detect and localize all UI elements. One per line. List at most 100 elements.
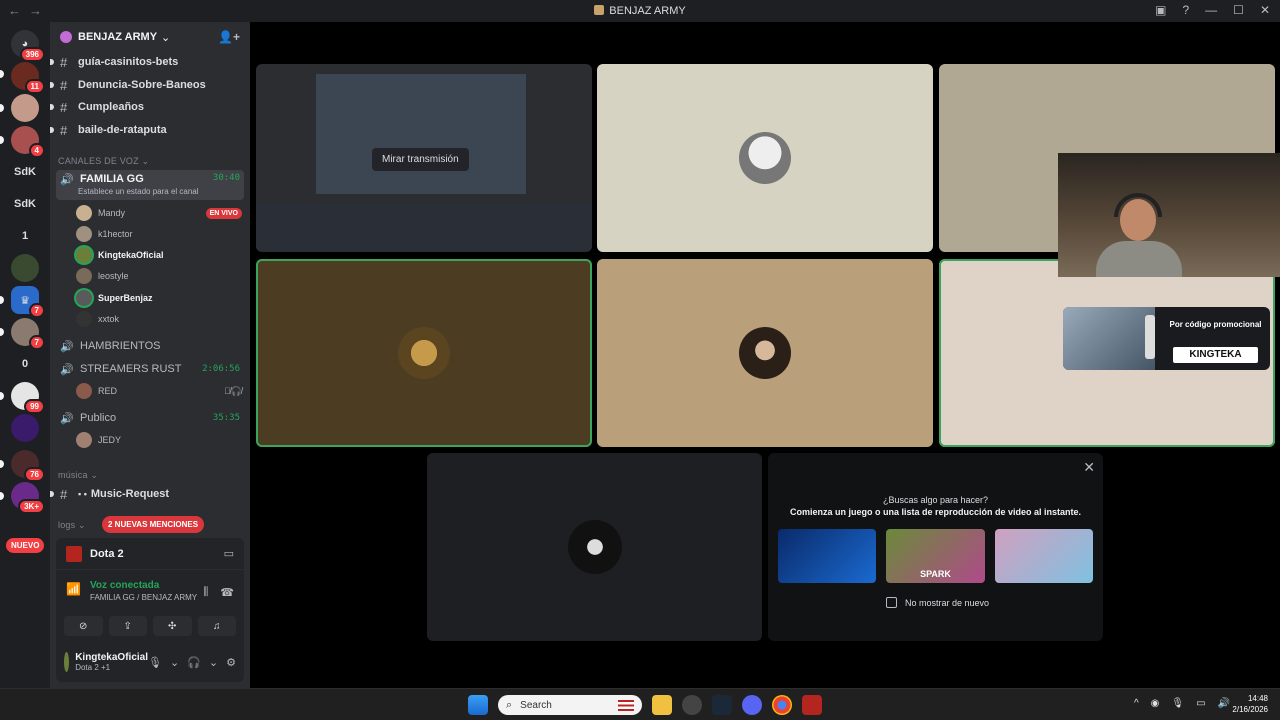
close-icon[interactable]: ✕ (1083, 459, 1095, 476)
dont-show-again-checkbox[interactable]: No mostrar de nuevo (886, 597, 989, 608)
avatar (76, 247, 92, 263)
voice-channel-active[interactable]: 🔊 FAMILIA GG 30:40 Establece un estado p… (56, 170, 244, 200)
channel-item[interactable]: # guía-casinitos-bets (50, 52, 244, 72)
chevron-down-icon[interactable]: ⌄ (209, 656, 218, 669)
voice-channel[interactable]: 🔊 STREAMERS RUST 2:06:56 (56, 359, 244, 379)
server-icon[interactable]: 76 (11, 450, 45, 482)
server-icon[interactable]: ♛ 7 (11, 286, 45, 318)
speaker-icon: 🔊 (60, 413, 74, 425)
server-icon[interactable] (11, 254, 39, 282)
game-activity[interactable]: Dota 2 ▭ (56, 538, 244, 570)
current-user[interactable]: KingtekaOficial Dota 2 +1 🎙 ⌄ 🎧 ⌄ ⚙ (64, 648, 236, 676)
category-music[interactable]: música ⌄ (58, 470, 98, 481)
flag-icon (618, 699, 634, 711)
voice-user[interactable]: k1hector (76, 225, 242, 243)
activities-button[interactable]: ✣ (153, 616, 192, 636)
voice-user[interactable]: JEDY (76, 431, 242, 449)
chrome-icon[interactable] (772, 695, 792, 715)
server-icon[interactable]: 3K+ (11, 482, 45, 514)
live-badge[interactable]: EN VIVO (205, 207, 242, 219)
activity-card[interactable] (994, 529, 1093, 583)
server-icon[interactable]: 1 (11, 222, 39, 250)
voice-user[interactable]: SuperBenjaz (76, 289, 242, 307)
server-header[interactable]: BENJAZ ARMY ⌄ 👤+ (50, 22, 250, 52)
stream-tile[interactable]: Mirar transmisión (256, 64, 592, 252)
server-icon[interactable]: 4 (11, 126, 45, 158)
activity-card[interactable] (778, 529, 877, 583)
chevron-down-icon[interactable]: ⌄ (170, 656, 179, 669)
voice-user[interactable]: Mandy EN VIVO (76, 204, 242, 222)
new-badge[interactable]: NUEVO (6, 538, 45, 553)
server-list: ◕ 396 11 4 SdK SdK 1 ♛ 7 7 0 99 76 3K+ NUE… (0, 22, 50, 688)
maximize-icon[interactable]: ☐ (1233, 3, 1244, 17)
avatar (76, 226, 92, 242)
taskbar-search[interactable]: ⌕ Search (498, 695, 642, 715)
clock[interactable]: 14:48 2/16/2026 (1232, 693, 1268, 715)
watch-stream-button[interactable]: Mirar transmisión (372, 148, 469, 171)
voice-user[interactable]: KingtekaOficial (76, 246, 242, 264)
camera-off-button[interactable]: ⊘ (64, 616, 103, 636)
server-icon[interactable]: 99 (11, 382, 45, 414)
disconnect-icon[interactable]: ☎ (220, 586, 234, 599)
close-icon[interactable]: ✕ (1260, 3, 1270, 17)
category-voice[interactable]: CANALES DE VOZ ⌄ (58, 156, 149, 167)
window-controls: ▣ ? — ☐ ✕ (1155, 3, 1270, 17)
server-icon[interactable] (11, 94, 39, 122)
voice-user[interactable]: RED 🎙̸🎧̸ (76, 382, 242, 400)
microphone-icon[interactable]: 🎙 (1171, 698, 1184, 709)
direct-messages-icon[interactable]: ◕ 396 (11, 30, 45, 62)
share-screen-button[interactable]: ⇪ (108, 616, 147, 636)
dota-icon[interactable] (802, 695, 822, 715)
inbox-icon[interactable]: ▣ (1155, 3, 1166, 17)
display-icon[interactable]: ▭ (1196, 698, 1205, 709)
checkbox[interactable] (886, 597, 897, 608)
server-icon[interactable]: SdK (11, 190, 39, 218)
steam-tray-icon[interactable]: ◉ (1151, 698, 1160, 709)
activity-card[interactable]: SPARK (886, 529, 985, 583)
voice-channel[interactable]: 🔊 HAMBRIENTOS (56, 336, 244, 356)
channel-status[interactable]: Establece un estado para el canal (78, 187, 199, 196)
avatar (76, 268, 92, 284)
server-icon[interactable]: 11 (11, 62, 45, 94)
participant-tile[interactable] (597, 64, 933, 252)
file-explorer-icon[interactable] (652, 695, 672, 715)
volume-icon[interactable]: 🔊 (1218, 698, 1230, 709)
headphones-icon[interactable]: 🎧 (187, 656, 201, 669)
steam-icon[interactable] (712, 695, 732, 715)
title-bar: ← → BENJAZ ARMY ▣ ? — ☐ ✕ (0, 0, 1280, 22)
app-icon[interactable] (682, 695, 702, 715)
signal-icon[interactable]: 📶 (66, 582, 81, 596)
voice-user[interactable]: leostyle (76, 267, 242, 285)
stream-preview-dock (256, 204, 592, 250)
channel-item[interactable]: # Cumpleaños (50, 97, 244, 117)
microphone-icon[interactable]: 🎙 (148, 656, 162, 669)
channel-item[interactable]: # ▪ • Music-Request (50, 484, 244, 504)
new-mentions-badge[interactable]: 2 NUEVAS MENCIONES (102, 516, 205, 533)
voice-channel[interactable]: 🔊 Publico 35:35 (56, 408, 244, 428)
participant-tile[interactable] (427, 453, 762, 641)
soundboard-button[interactable]: ♫ (197, 616, 236, 636)
channel-item[interactable]: # baile-de-rataputa (50, 120, 244, 140)
category-logs[interactable]: logs ⌄ (58, 520, 86, 531)
screen-share-icon[interactable]: ▭ (224, 547, 234, 560)
server-icon[interactable]: 0 (11, 350, 39, 378)
minimize-icon[interactable]: — (1205, 3, 1217, 17)
add-user-icon[interactable]: 👤+ (218, 30, 240, 44)
chevron-up-icon[interactable]: ^ (1134, 698, 1139, 709)
avatar (64, 652, 70, 672)
channel-item[interactable]: # Denuncia-Sobre-Baneos (50, 75, 244, 95)
dota-icon (66, 545, 82, 562)
settings-gear-icon[interactable]: ⚙ (226, 656, 236, 669)
server-icon[interactable] (11, 414, 39, 442)
chevron-down-icon: ⌄ (161, 31, 171, 44)
help-icon[interactable]: ? (1182, 3, 1189, 17)
discord-icon[interactable] (742, 695, 762, 715)
participant-tile[interactable] (256, 259, 592, 447)
server-icon[interactable]: 7 (11, 318, 45, 350)
voice-connected: 📶 Voz conectada FAMILIA GG / BENJAZ ARMY… (66, 580, 234, 602)
voice-user[interactable]: xxtok (76, 310, 242, 328)
windows-start-icon[interactable] (468, 695, 488, 715)
server-icon[interactable]: SdK (11, 158, 39, 186)
participant-tile[interactable] (597, 259, 933, 447)
noise-suppression-icon[interactable]: ⫼ (203, 586, 208, 599)
